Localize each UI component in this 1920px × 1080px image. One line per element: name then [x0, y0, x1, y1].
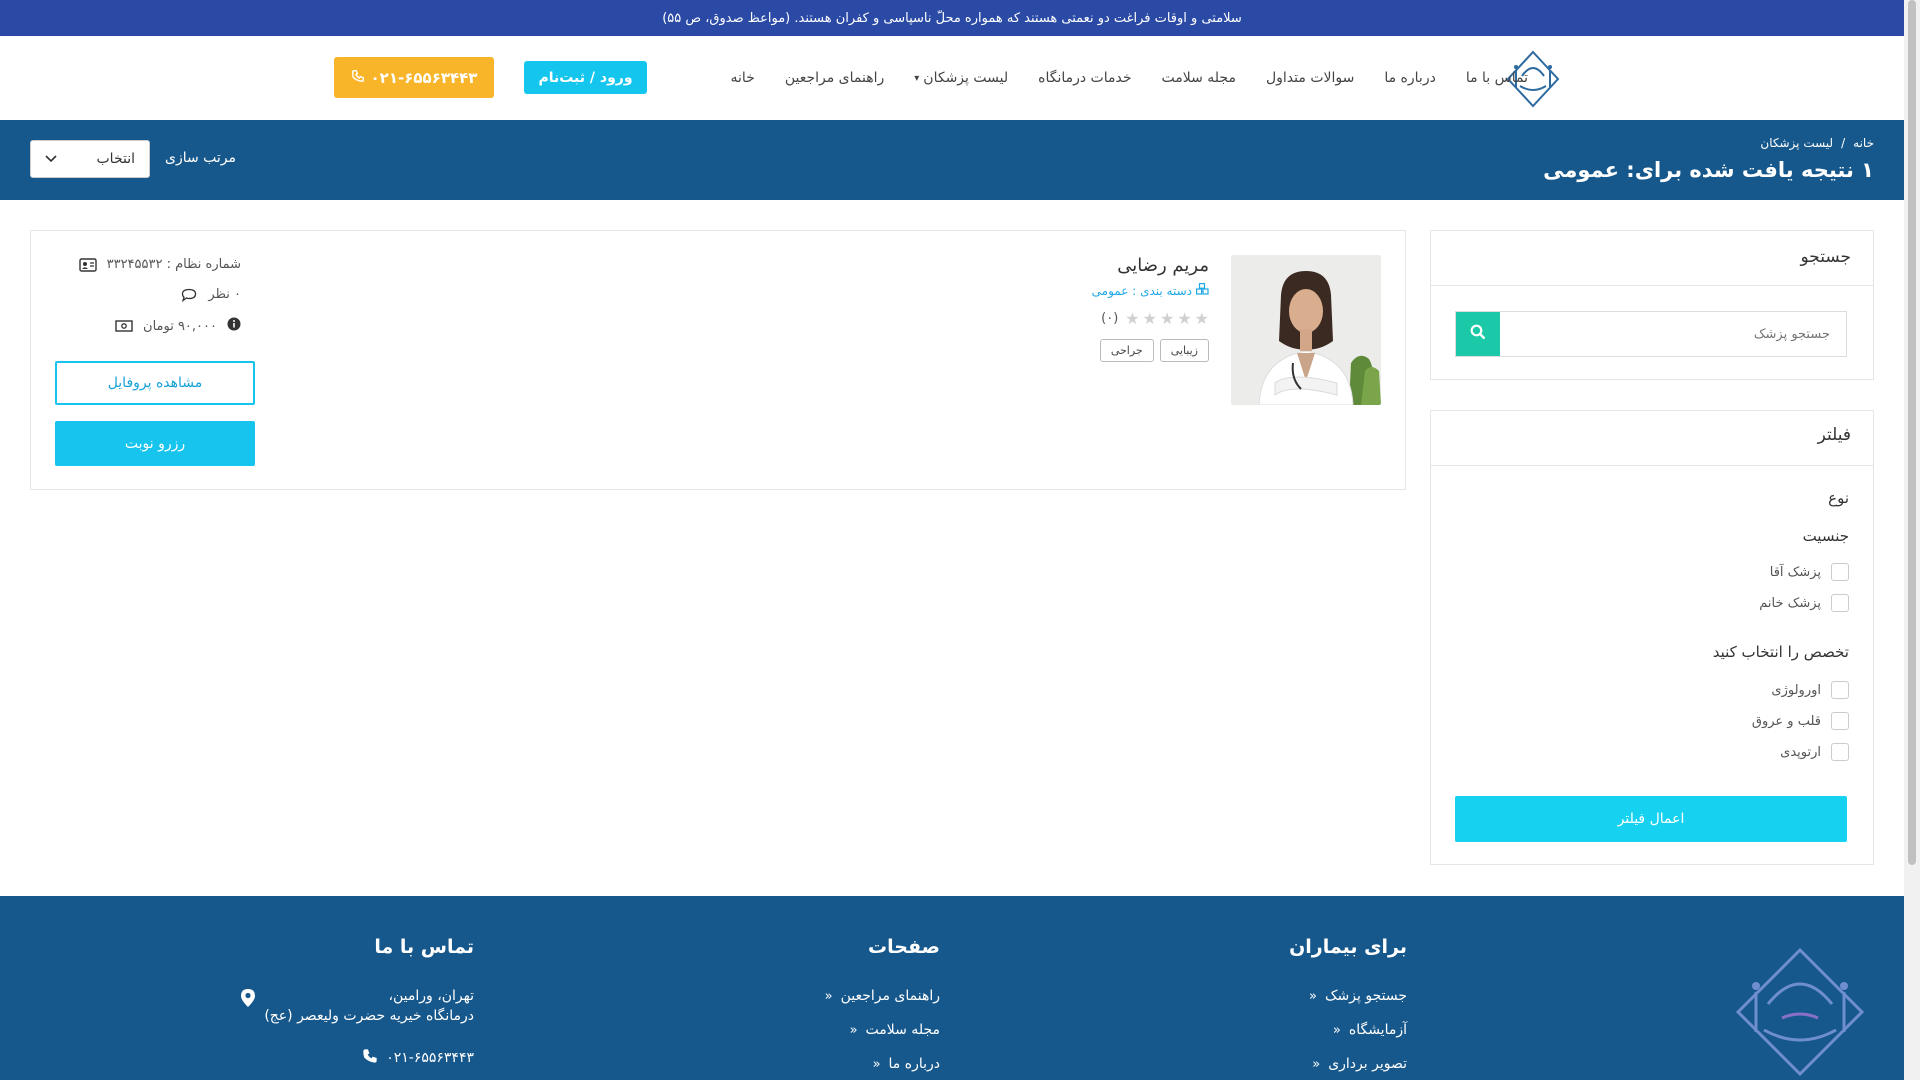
tag-surgery[interactable]: جراحی [1099, 339, 1154, 362]
sort-select[interactable]: انتخاب [30, 140, 150, 178]
cubes-icon [1196, 283, 1209, 298]
announcement-bar: سلامتی و اوقات فراغت دو نعمتی هستند که ه… [0, 0, 1904, 36]
footer-link-imaging[interactable]: « تصویر برداری [1312, 1056, 1407, 1072]
footer-logo[interactable] [1730, 946, 1870, 1080]
scrollbar-thumb[interactable] [1908, 0, 1916, 865]
nav-home[interactable]: خانه [731, 70, 755, 86]
money-icon [115, 319, 133, 333]
rating-stars: ★ ★ ★ ★ ★ (۰) [1101, 309, 1209, 328]
double-chevron-left-icon: « [1312, 1056, 1321, 1072]
book-appointment-button[interactable]: رزرو نوبت [55, 421, 255, 466]
search-panel: جستجو [1430, 230, 1874, 380]
announcement-text: سلامتی و اوقات فراغت دو نعمتی هستند که ه… [662, 10, 1242, 26]
comments-count: ۰ نظر [180, 287, 241, 302]
double-chevron-left-icon: « [824, 988, 833, 1004]
sort-select-value: انتخاب [96, 151, 136, 167]
checkbox[interactable] [1831, 712, 1849, 730]
star-icon: ★ [1142, 309, 1157, 328]
map-pin-icon [240, 988, 256, 1012]
rating-count: (۰) [1101, 311, 1119, 326]
checkbox[interactable] [1831, 563, 1849, 581]
double-chevron-left-icon: « [1332, 1022, 1341, 1038]
star-icon: ★ [1194, 309, 1209, 328]
login-register-button[interactable]: ورود / ثبت‌نام [524, 61, 647, 94]
page-title: ۱ نتیجه یافت شده برای: عمومی [1543, 158, 1874, 182]
comment-icon [180, 288, 198, 302]
doctor-card: مریم رضایی دسته بندی : عمومی ★ ★ ★ ★ ★ (… [30, 230, 1406, 490]
footer-link-magazine[interactable]: « مجله سلامت [850, 1022, 940, 1038]
doctor-tags: زیبایی جراحی [1099, 339, 1209, 362]
nav-doctors[interactable]: لیست پزشکان ▾ [914, 70, 1008, 86]
doctor-name[interactable]: مریم رضایی [1117, 255, 1209, 276]
footer-link-lab[interactable]: « آزمایشگاه [1333, 1022, 1407, 1038]
double-chevron-left-icon: « [1309, 988, 1318, 1004]
divider [1431, 285, 1873, 286]
results-header: خانه / لیست پزشکان ۱ نتیجه یافت شده برای… [0, 120, 1904, 200]
nav-guide[interactable]: راهنمای مراجعین [785, 70, 884, 86]
divider [1431, 465, 1873, 466]
checkbox[interactable] [1831, 681, 1849, 699]
double-chevron-left-icon: « [872, 1056, 881, 1072]
breadcrumb-home[interactable]: خانه [1853, 136, 1874, 150]
breadcrumb-doctors[interactable]: لیست پزشکان [1760, 136, 1833, 150]
filter-option-male[interactable]: پزشک آقا [1770, 563, 1849, 581]
type-heading: نوع [1828, 489, 1849, 507]
checkbox[interactable] [1831, 743, 1849, 761]
id-card-icon [78, 257, 97, 272]
breadcrumb-separator: / [1841, 136, 1846, 150]
filter-option-orthopedics[interactable]: ارتوپدی [1780, 743, 1849, 761]
star-icon: ★ [1159, 309, 1175, 328]
doctor-category: دسته بندی : عمومی [1092, 283, 1209, 298]
footer-link-search-doctor[interactable]: « جستجو پزشک [1309, 988, 1407, 1004]
specialty-heading: تخصص را انتخاب کنید [1712, 643, 1849, 661]
filter-option-urology[interactable]: اورولوژی [1771, 681, 1849, 699]
nav-faq[interactable]: سوالات متداول [1266, 70, 1354, 86]
search-panel-title: جستجو [1800, 247, 1851, 267]
search-icon [1470, 324, 1486, 344]
page-scrollbar[interactable] [1904, 0, 1920, 1080]
tag-beauty[interactable]: زیبایی [1159, 339, 1209, 362]
site-footer: برای بیماران « جستجو پزشک « آزمایشگاه « … [0, 896, 1904, 1080]
footer-address: تهران، ورامین، درمانگاه خیریه حضرت ولیعص… [240, 988, 474, 1024]
star-icon: ★ [1177, 309, 1192, 328]
sort-label: مرتب سازی [165, 150, 237, 166]
footer-link-guide[interactable]: « راهنمای مراجعین [825, 988, 940, 1004]
filter-panel: فیلتر نوع جنسیت پزشک آقا پزشک خانم تخصص … [1430, 410, 1874, 865]
search-button[interactable] [1456, 312, 1500, 356]
nav-contact[interactable]: تماس با ما [1466, 70, 1528, 86]
visit-fee: ۹۰,۰۰۰ تومان [115, 317, 241, 335]
footer-phone[interactable]: ۰۲۱-۶۵۵۶۳۴۴۳ [362, 1048, 474, 1068]
nav-magazine[interactable]: مجله سلامت [1162, 70, 1236, 86]
search-input[interactable] [1500, 312, 1846, 356]
star-icon: ★ [1125, 309, 1140, 328]
nav-about[interactable]: درباره ما [1384, 70, 1435, 86]
breadcrumb: خانه / لیست پزشکان [1760, 136, 1874, 150]
phone-icon [362, 1048, 378, 1068]
view-profile-button[interactable]: مشاهده پروفایل [55, 361, 255, 405]
info-icon[interactable] [227, 317, 241, 335]
apply-filter-button[interactable]: اعمال فیلتر [1455, 796, 1847, 842]
gender-heading: جنسیت [1802, 527, 1849, 545]
filter-option-cardiology[interactable]: قلب و عروق [1752, 712, 1849, 730]
checkbox[interactable] [1831, 594, 1849, 612]
system-number: شماره نظام : ۳۳۲۴۵۵۳۲ [78, 257, 241, 272]
filter-option-female[interactable]: پزشک خانم [1759, 594, 1849, 612]
filter-panel-title: فیلتر [1817, 425, 1851, 445]
footer-link-about[interactable]: « درباره ما [873, 1056, 940, 1072]
phone-icon [351, 69, 365, 87]
chevron-down-icon: ▾ [914, 72, 920, 84]
doctor-photo[interactable] [1231, 255, 1381, 405]
chevron-down-icon [45, 151, 57, 167]
footer-patients-title: برای بیماران [1289, 936, 1407, 958]
double-chevron-left-icon: « [849, 1022, 858, 1038]
phone-button[interactable]: ۰۲۱-۶۵۵۶۳۴۴۳ [334, 57, 494, 98]
site-header: خانه راهنمای مراجعین لیست پزشکان ▾ خدمات … [0, 36, 1904, 120]
footer-contact-title: تماس با ما [374, 936, 474, 958]
doctor-search-box [1455, 311, 1847, 357]
main-nav: خانه راهنمای مراجعین لیست پزشکان ▾ خدمات … [731, 36, 1529, 120]
footer-pages-title: صفحات [868, 936, 940, 958]
nav-services[interactable]: خدمات درمانگاه [1038, 70, 1131, 86]
